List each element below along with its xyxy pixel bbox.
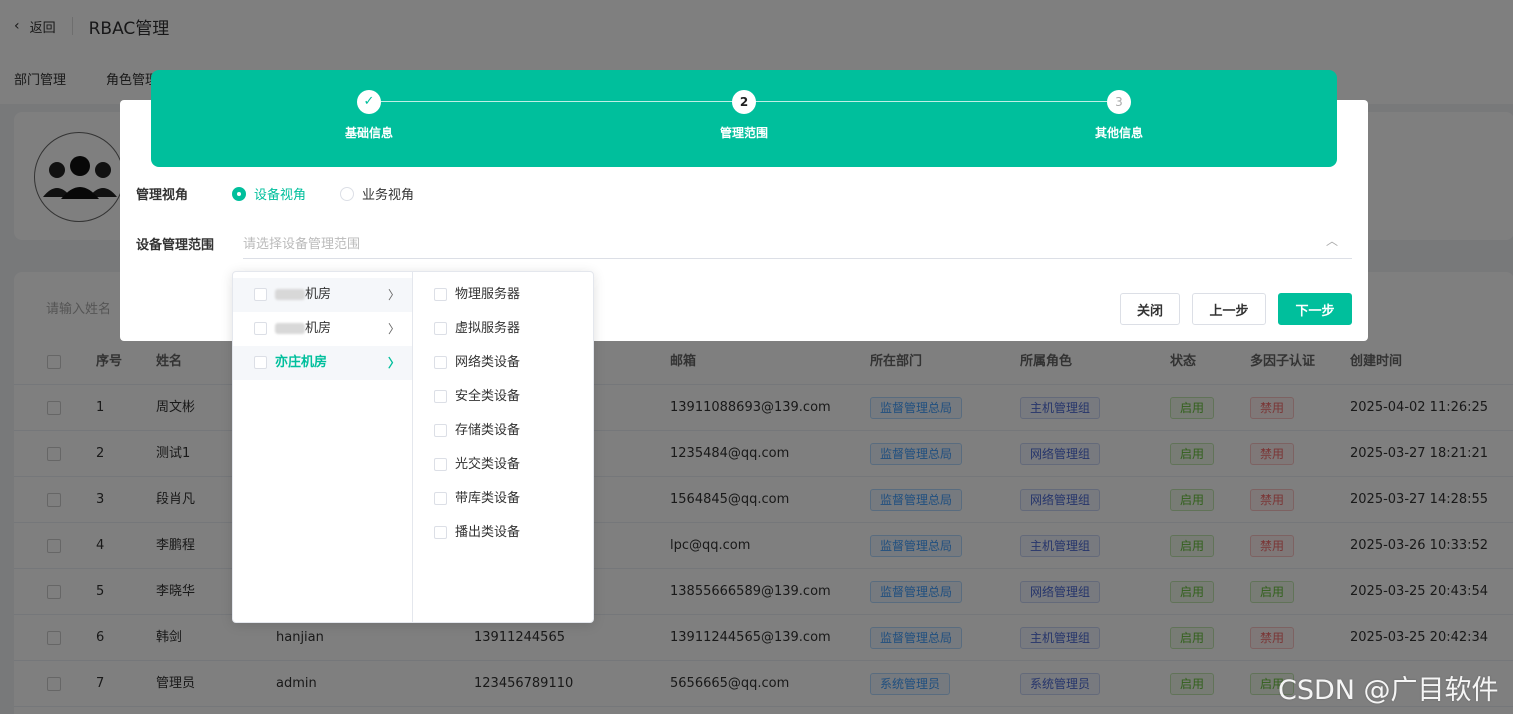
step-label: 基础信息	[344, 126, 393, 140]
check-icon: ✓	[357, 90, 381, 114]
scope-select[interactable]: 请选择设备管理范围 ︿	[243, 226, 1352, 259]
option-label: 网络类设备	[455, 355, 521, 370]
option-checkbox[interactable]	[434, 458, 447, 471]
chevron-right-icon: 〉	[387, 322, 400, 336]
radio-device-view[interactable]: 设备视角	[232, 184, 306, 203]
device-type-column: 物理服务器 虚拟服务器 网络类设备 安全类设备 存储类设备 光交类设备 带库类设…	[414, 272, 594, 622]
prev-step-button[interactable]: 上一步	[1192, 293, 1266, 325]
option-label: 机房	[305, 321, 332, 336]
cascader-option-location[interactable]: 机房 〉	[233, 312, 412, 346]
steps-bar: ✓ 基础信息 2 管理范围 3 其他信息	[151, 70, 1337, 167]
watermark: CSDN @广目软件	[1278, 675, 1499, 706]
scope-label: 设备管理范围	[136, 238, 215, 253]
step-label: 管理范围	[719, 126, 768, 140]
option-checkbox[interactable]	[254, 322, 267, 335]
location-column: 机房 〉 机房 〉 亦庄机房 〉	[233, 272, 413, 622]
step-scope: 2 管理范围	[684, 90, 804, 141]
redacted-text	[275, 289, 305, 300]
option-label: 物理服务器	[455, 287, 521, 302]
radio-dot-checked	[232, 186, 246, 201]
cascader-option-location[interactable]: 机房 〉	[233, 278, 412, 312]
cascader-option-device[interactable]: 网络类设备	[414, 346, 594, 380]
cascader-option-device[interactable]: 存储类设备	[414, 414, 594, 448]
close-button[interactable]: 关闭	[1120, 293, 1180, 325]
cascader-option-yizhuang[interactable]: 亦庄机房 〉	[233, 346, 412, 380]
step-number: 2	[732, 90, 756, 114]
option-label: 机房	[305, 287, 332, 302]
cascader-option-device[interactable]: 带库类设备	[414, 482, 594, 516]
option-label: 带库类设备	[455, 491, 521, 506]
cascader-option-device[interactable]: 虚拟服务器	[414, 312, 594, 346]
chevron-right-icon: 〉	[387, 356, 400, 370]
step-basic-info: ✓ 基础信息	[309, 90, 429, 141]
option-checkbox[interactable]	[254, 356, 267, 369]
cascader-option-device[interactable]: 光交类设备	[414, 448, 594, 482]
cascader-option-device[interactable]: 安全类设备	[414, 380, 594, 414]
scope-select-placeholder: 请选择设备管理范围	[243, 237, 361, 252]
option-label: 安全类设备	[455, 389, 521, 404]
chevron-up-icon: ︿	[1325, 234, 1338, 248]
radio-dot	[340, 186, 354, 201]
option-checkbox[interactable]	[254, 288, 267, 301]
radio-business-view[interactable]: 业务视角	[340, 184, 414, 203]
option-label: 亦庄机房	[275, 355, 328, 370]
step-connector	[755, 101, 1107, 102]
option-checkbox[interactable]	[434, 390, 447, 403]
option-checkbox[interactable]	[434, 526, 447, 539]
option-label: 播出类设备	[455, 525, 521, 540]
option-label: 存储类设备	[455, 423, 521, 438]
cascader-option-device[interactable]: 播出类设备	[414, 516, 594, 550]
scope-cascader: 机房 〉 机房 〉 亦庄机房 〉 物理服务器 虚拟服务器 网络类设备 安全类设备…	[232, 271, 594, 623]
step-connector	[381, 101, 733, 102]
step-other-info: 3 其他信息	[1059, 90, 1179, 141]
option-checkbox[interactable]	[434, 322, 447, 335]
option-checkbox[interactable]	[434, 356, 447, 369]
option-label: 虚拟服务器	[455, 321, 521, 336]
redacted-text	[275, 323, 305, 334]
option-label: 光交类设备	[455, 457, 521, 472]
view-label: 管理视角	[136, 188, 189, 203]
cascader-option-device[interactable]: 物理服务器	[414, 278, 594, 312]
step-label: 其他信息	[1094, 126, 1143, 140]
step-number: 3	[1107, 90, 1131, 114]
option-checkbox[interactable]	[434, 492, 447, 505]
option-checkbox[interactable]	[434, 288, 447, 301]
radio-business-view-label: 业务视角	[362, 188, 415, 203]
next-step-button[interactable]: 下一步	[1278, 293, 1352, 325]
option-checkbox[interactable]	[434, 424, 447, 437]
radio-device-view-label: 设备视角	[254, 188, 307, 203]
chevron-right-icon: 〉	[387, 288, 400, 302]
